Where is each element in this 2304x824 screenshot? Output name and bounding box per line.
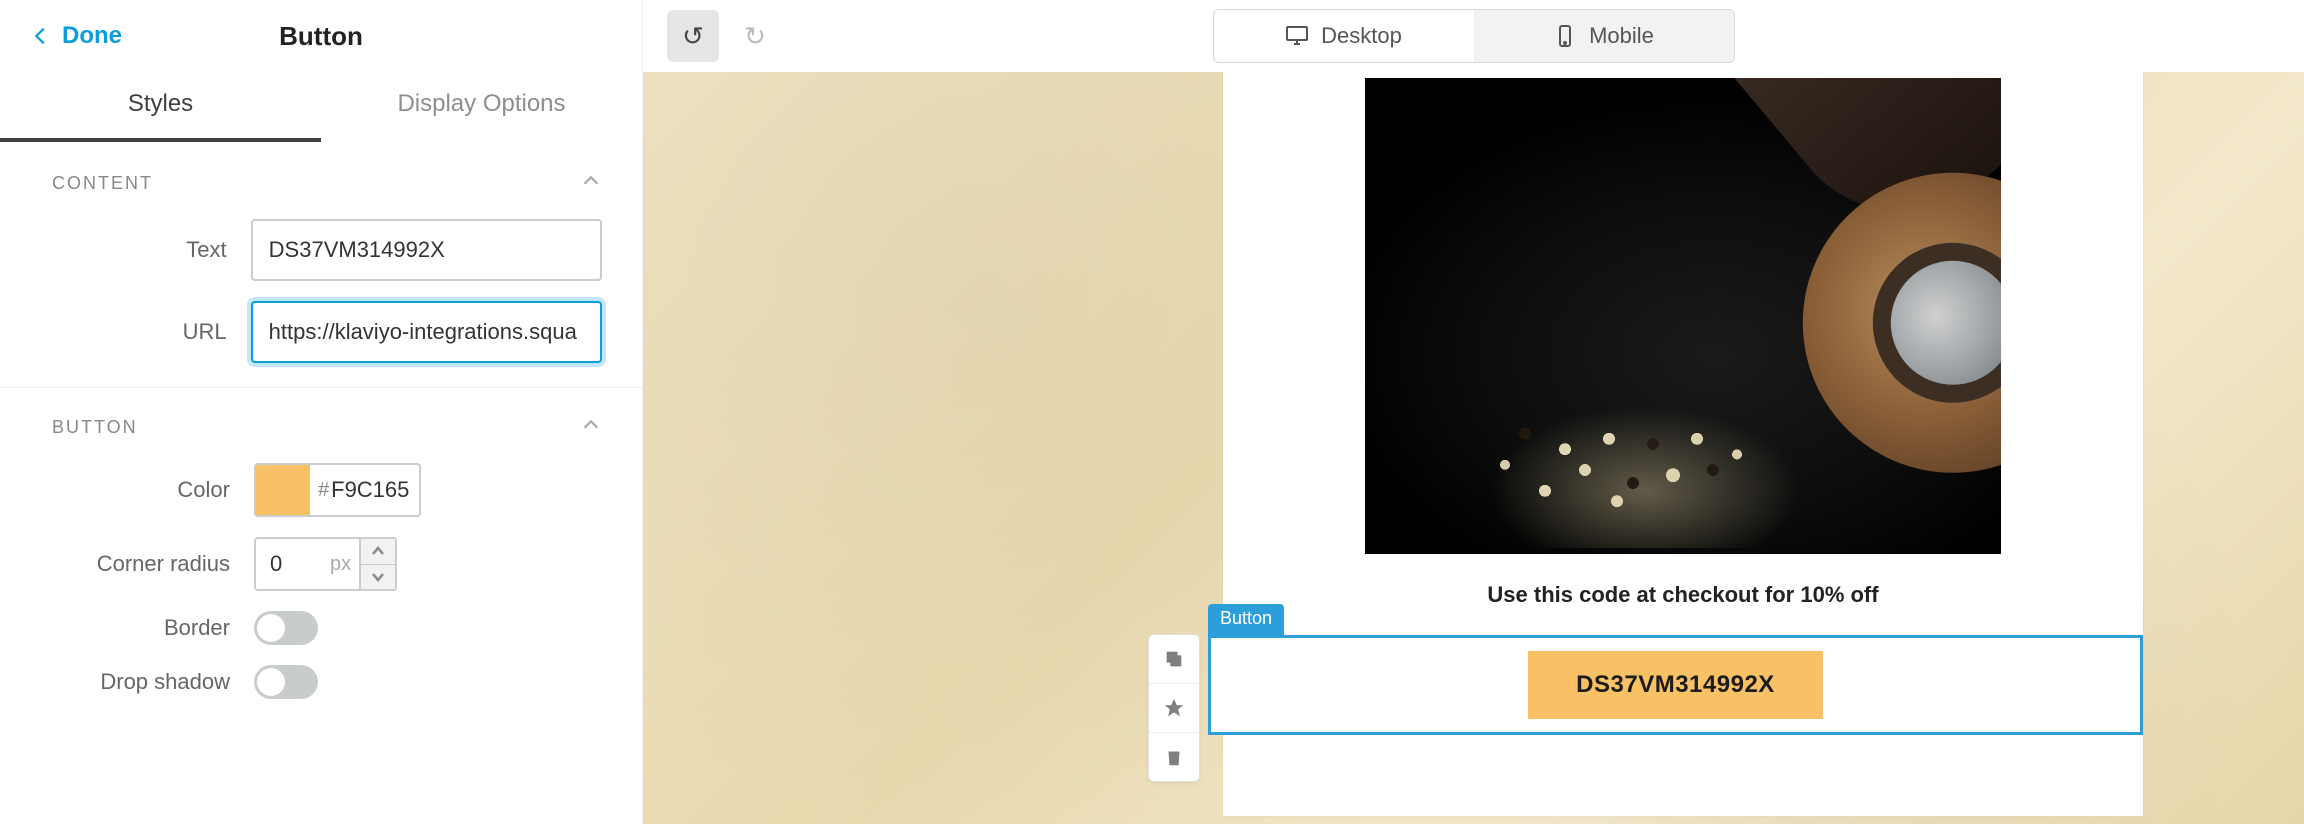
star-icon [1163,697,1185,719]
redo-icon: ↻ [744,21,766,52]
border-label: Border [0,615,254,641]
text-label: Text [0,237,251,263]
color-label: Color [0,477,254,503]
done-button[interactable]: Done [30,0,122,72]
section-button-title: BUTTON [52,417,138,438]
drop-shadow-label: Drop shadow [0,669,254,695]
editor-panel: Done Button Styles Display Options CONTE… [0,0,643,824]
favorite-button[interactable] [1149,683,1199,732]
section-content-title: CONTENT [52,173,153,194]
device-mobile-label: Mobile [1589,23,1654,49]
corner-radius-value: 0 [256,539,330,589]
color-input[interactable]: # F9C165 [254,463,421,517]
corner-radius-unit: px [330,539,359,589]
stepper-up[interactable] [361,539,395,565]
chevron-up-icon[interactable] [580,414,602,441]
corner-radius-label: Corner radius [0,551,254,577]
hash-symbol: # [310,479,329,502]
stepper-down[interactable] [361,565,395,590]
corner-radius-input[interactable]: 0 px [254,537,397,591]
field-text: Text [0,209,642,291]
chevron-up-icon[interactable] [580,170,602,197]
button-block[interactable]: DS37VM314992X [1208,635,2143,735]
device-desktop[interactable]: Desktop [1214,10,1474,62]
text-input[interactable] [251,219,602,281]
field-border: Border [0,601,642,655]
undo-icon: ↺ [682,21,704,52]
block-tag: Button [1208,604,1284,635]
arrow-left-icon [30,25,52,47]
canvas-toolbar: ↺ ↻ Desktop Mobile [643,0,2304,72]
block-tools [1148,634,1200,782]
delete-button[interactable] [1149,732,1199,781]
field-url: URL [0,291,642,373]
desktop-icon [1285,25,1309,47]
color-swatch[interactable] [256,465,310,515]
corner-radius-stepper [359,539,395,589]
panel-tabs: Styles Display Options [0,72,642,144]
canvas-area: ↺ ↻ Desktop Mobile [643,0,2304,824]
duplicate-icon [1163,648,1185,670]
drop-shadow-toggle[interactable] [254,665,318,699]
done-label: Done [62,22,122,50]
selected-block: Button DS37VM314992X [1208,604,2143,735]
history-controls: ↺ ↻ [667,10,781,62]
preview-canvas: Use this code at checkout for 10% off Bu… [643,72,2304,824]
field-color: Color # F9C165 [0,453,642,527]
device-switch: Desktop Mobile [1213,9,1735,63]
field-drop-shadow: Drop shadow [0,655,642,709]
trash-icon [1163,746,1185,768]
duplicate-button[interactable] [1149,635,1199,683]
url-label: URL [0,319,251,345]
tab-display-options[interactable]: Display Options [321,72,642,142]
device-mobile[interactable]: Mobile [1474,10,1734,62]
coupon-button[interactable]: DS37VM314992X [1528,651,1823,719]
border-toggle[interactable] [254,611,318,645]
panel-header: Done Button [0,0,642,72]
tab-styles[interactable]: Styles [0,72,321,142]
product-image [1365,78,2001,554]
section-button[interactable]: BUTTON [0,388,642,453]
section-content[interactable]: CONTENT [0,144,642,209]
device-desktop-label: Desktop [1321,23,1402,49]
url-input[interactable] [251,301,602,363]
redo-button[interactable]: ↻ [729,10,781,62]
mobile-icon [1553,25,1577,47]
undo-button[interactable]: ↺ [667,10,719,62]
panel-title: Button [279,21,363,52]
field-corner-radius: Corner radius 0 px [0,527,642,601]
color-hex-value: F9C165 [329,477,419,503]
